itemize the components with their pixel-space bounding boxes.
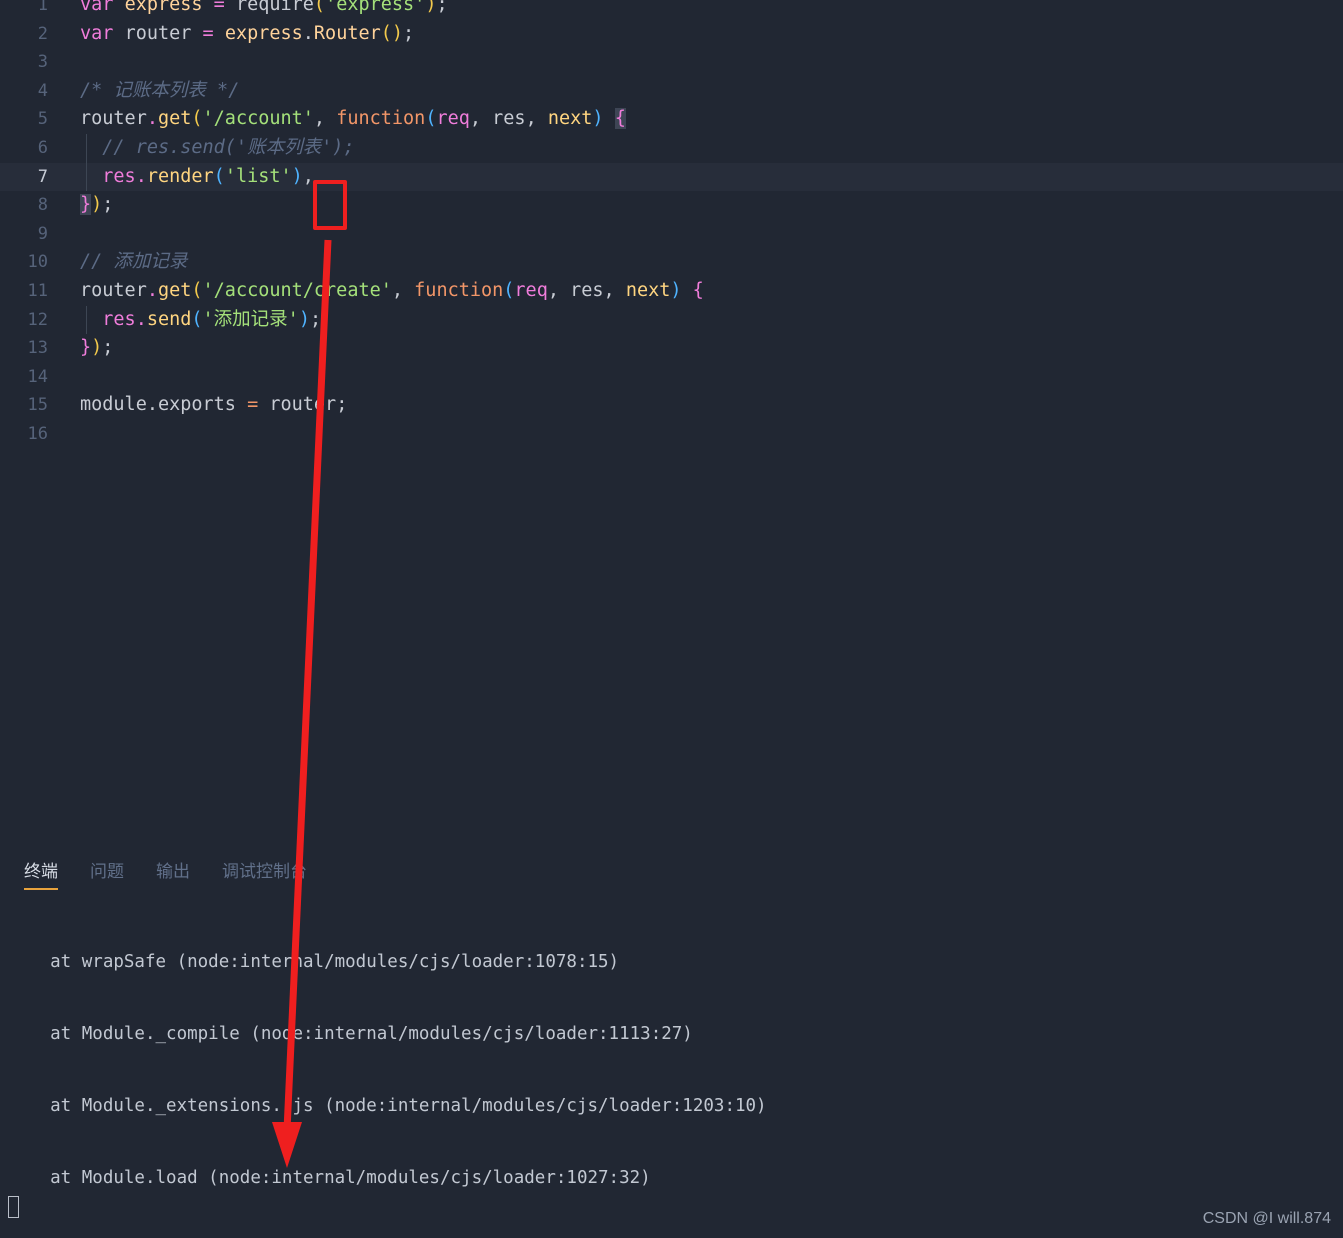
code-text: }); <box>80 337 114 359</box>
code-text: router.get('/account', function(req, res… <box>80 108 626 130</box>
terminal-line: at Module.load (node:internal/modules/cj… <box>8 1168 651 1188</box>
code-editor[interactable]: 1 var express = require('express'); 2 va… <box>0 0 1343 845</box>
terminal-line: at Module._compile (node:internal/module… <box>8 1024 693 1044</box>
line-number: 15 <box>27 395 48 416</box>
terminal-cursor-icon <box>8 1196 19 1218</box>
vscode-window: 1 var express = require('express'); 2 va… <box>0 0 1343 1238</box>
csdn-watermark: CSDN @I will.874 <box>1202 1210 1331 1227</box>
line-number: 16 <box>27 423 48 444</box>
code-text: var express = require('express'); <box>80 0 448 15</box>
bottom-panel: 终端 问题 输出 调试控制台 at wrapSafe (node:interna… <box>0 845 1343 1238</box>
code-line[interactable]: 4 /* 记账本列表 */ <box>0 77 1343 106</box>
tab-terminal[interactable]: 终端 <box>8 845 74 892</box>
code-text: // 添加记录 <box>80 251 188 273</box>
code-text: router.get('/account/create', function(r… <box>80 279 704 301</box>
line-number: 12 <box>27 309 48 330</box>
line-number: 10 <box>27 252 48 273</box>
code-text: // res.send('账本列表'); <box>80 136 355 158</box>
code-line[interactable]: 10 // 添加记录 <box>0 248 1343 277</box>
line-number: 1 <box>37 0 48 15</box>
code-lines: 1 var express = require('express'); 2 va… <box>0 0 1343 449</box>
code-line[interactable]: 8 }); <box>0 191 1343 220</box>
line-number: 3 <box>37 52 48 73</box>
terminal-line: at Module._extensions..js (node:internal… <box>8 1096 767 1116</box>
code-text: res.send('添加记录'); <box>102 308 322 330</box>
code-line[interactable]: 13 }); <box>0 334 1343 363</box>
line-number: 7 <box>37 166 48 187</box>
line-number: 2 <box>37 23 48 44</box>
code-line[interactable]: 2 var router = express.Router(); <box>0 20 1343 49</box>
code-text: res.render('list'), <box>102 165 314 187</box>
code-line[interactable]: 11 router.get('/account/create', functio… <box>0 277 1343 306</box>
code-line[interactable]: 15 module.exports = router; <box>0 391 1343 420</box>
code-line[interactable]: 3 <box>0 48 1343 77</box>
code-text: }); <box>80 194 114 216</box>
tab-output[interactable]: 输出 <box>140 845 206 892</box>
panel-tab-bar[interactable]: 终端 问题 输出 调试控制台 <box>0 845 323 893</box>
code-line-active[interactable]: 7 res.render('list'), <box>0 162 1343 192</box>
line-number: 8 <box>37 195 48 216</box>
line-number: 6 <box>37 137 48 158</box>
terminal-output[interactable]: at wrapSafe (node:internal/modules/cjs/l… <box>0 902 1343 1238</box>
code-line[interactable]: 1 var express = require('express'); <box>0 0 1343 20</box>
line-number: 9 <box>37 223 48 244</box>
line-number: 5 <box>37 109 48 130</box>
code-line[interactable]: 9 <box>0 220 1343 249</box>
tab-debug-console[interactable]: 调试控制台 <box>206 845 323 892</box>
line-number: 13 <box>27 338 48 359</box>
line-number: 4 <box>37 80 48 101</box>
code-text: var router = express.Router(); <box>80 22 415 44</box>
line-number: 14 <box>27 366 48 387</box>
code-text: module.exports = router; <box>80 394 348 416</box>
code-text: /* 记账本列表 */ <box>80 79 240 101</box>
line-number: 11 <box>27 280 48 301</box>
terminal-line: at wrapSafe (node:internal/modules/cjs/l… <box>8 952 620 972</box>
code-line[interactable]: 12 res.send('添加记录'); <box>0 305 1343 335</box>
code-line[interactable]: 16 <box>0 420 1343 449</box>
code-line[interactable]: 14 <box>0 363 1343 392</box>
tab-problems[interactable]: 问题 <box>74 845 140 892</box>
code-line[interactable]: 6 // res.send('账本列表'); <box>0 133 1343 163</box>
code-line[interactable]: 5 router.get('/account', function(req, r… <box>0 105 1343 134</box>
